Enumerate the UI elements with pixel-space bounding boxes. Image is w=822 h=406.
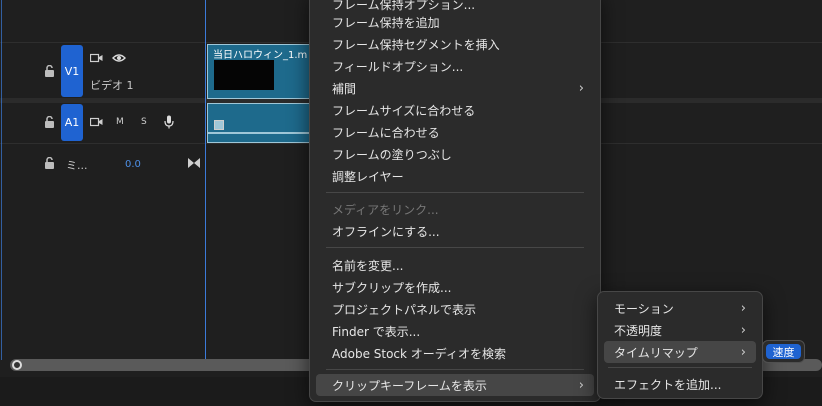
- bowtie-icon[interactable]: [188, 158, 200, 168]
- lock-open-icon[interactable]: [44, 65, 55, 77]
- track-name-v1[interactable]: ビデオ 1: [90, 77, 134, 93]
- menu-item-field-options[interactable]: フィールドオプション...: [316, 55, 594, 77]
- chevron-right-icon: ›: [578, 80, 584, 96]
- menu-item-fill-frame[interactable]: フレームの塗りつぶし: [316, 143, 594, 165]
- keyframes-submenu: モーション › 不透明度 › タイムリマップ › エフェクトを追加...: [597, 291, 763, 399]
- track-target-v1[interactable]: V1: [61, 45, 83, 97]
- submenu-item-add-effect[interactable]: エフェクトを追加...: [604, 373, 756, 395]
- track-name-mix: ミ...: [66, 159, 88, 172]
- chevron-right-icon: ›: [740, 322, 746, 338]
- clip-context-menu: フレーム保持オプション... フレーム保持を追加 フレーム保持セグメントを挿入 …: [309, 0, 601, 402]
- menu-separator: [326, 369, 584, 370]
- mix-volume-value[interactable]: 0.0: [125, 159, 141, 170]
- menu-item-show-clip-keyframes[interactable]: クリップキーフレームを表示 ›: [316, 374, 594, 396]
- video-clip[interactable]: 当日ハロウィン_1.m: [207, 44, 311, 99]
- track-target-a1[interactable]: A1: [61, 104, 83, 141]
- menu-item-adjustment-layer[interactable]: 調整レイヤー: [316, 165, 594, 187]
- fx-badge-icon: [214, 120, 224, 130]
- video-clip-thumbnail: [214, 60, 274, 90]
- menu-separator: [326, 247, 584, 248]
- menu-item-reveal-in-finder[interactable]: Finder で表示...: [316, 320, 594, 342]
- menu-item-scale-to-frame-size[interactable]: フレームサイズに合わせる: [316, 99, 594, 121]
- menu-item-search-adobe-stock-audio[interactable]: Adobe Stock オーディオを検索: [316, 342, 594, 364]
- time-remapping-submenu: 速度: [762, 340, 805, 363]
- menu-item-label: モーション: [614, 301, 674, 316]
- chevron-right-icon: ›: [740, 300, 746, 316]
- video-clip-title: 当日ハロウィン_1.m: [213, 50, 308, 61]
- chevron-right-icon: ›: [740, 344, 746, 360]
- menu-item-label: クリップキーフレームを表示: [332, 378, 487, 393]
- menu-separator: [608, 367, 752, 368]
- scrollbar-handle[interactable]: [12, 360, 22, 370]
- submenu-item-motion[interactable]: モーション ›: [604, 297, 756, 319]
- mic-icon[interactable]: [164, 115, 174, 129]
- menu-item-reveal-in-project[interactable]: プロジェクトパネルで表示: [316, 298, 594, 320]
- premiere-timeline-window: V1 ビデオ 1 A1 M S ミ... 0.0 当日ハロウィン_1.m フレー…: [0, 0, 822, 406]
- lock-open-icon[interactable]: [44, 157, 55, 169]
- menu-item-label: タイムリマップ: [614, 345, 698, 360]
- menu-item-interpolation[interactable]: 補間 ›: [316, 77, 594, 99]
- film-icon[interactable]: [90, 53, 103, 63]
- mute-button[interactable]: M: [116, 117, 124, 127]
- audio-waveform-line: [208, 132, 310, 134]
- eye-icon[interactable]: [112, 53, 126, 63]
- lock-open-icon[interactable]: [44, 116, 55, 128]
- menu-separator: [326, 192, 584, 193]
- speed-menu-item[interactable]: 速度: [766, 344, 801, 359]
- menu-item-label: 不透明度: [614, 323, 663, 338]
- chevron-right-icon: ›: [578, 377, 584, 393]
- menu-item-add-frame-hold[interactable]: フレーム保持を追加: [316, 11, 594, 33]
- playhead-line[interactable]: [205, 0, 206, 360]
- menu-item-link-media: メディアをリンク...: [332, 202, 439, 217]
- menu-item-label: 補間: [332, 81, 357, 96]
- menu-item-fit-to-frame[interactable]: フレームに合わせる: [316, 121, 594, 143]
- submenu-item-time-remapping[interactable]: タイムリマップ ›: [604, 341, 756, 363]
- audio-clip[interactable]: [207, 103, 311, 143]
- submenu-item-opacity[interactable]: 不透明度 ›: [604, 319, 756, 341]
- panel-edge-line: [1, 0, 2, 360]
- menu-item-rename[interactable]: 名前を変更...: [316, 254, 594, 276]
- menu-item-make-offline[interactable]: オフラインにする...: [316, 220, 594, 242]
- solo-button[interactable]: S: [141, 117, 147, 127]
- menu-item-insert-frame-hold-segment[interactable]: フレーム保持セグメントを挿入: [316, 33, 594, 55]
- film-icon[interactable]: [90, 117, 103, 127]
- menu-item-make-subclip[interactable]: サブクリップを作成...: [316, 276, 594, 298]
